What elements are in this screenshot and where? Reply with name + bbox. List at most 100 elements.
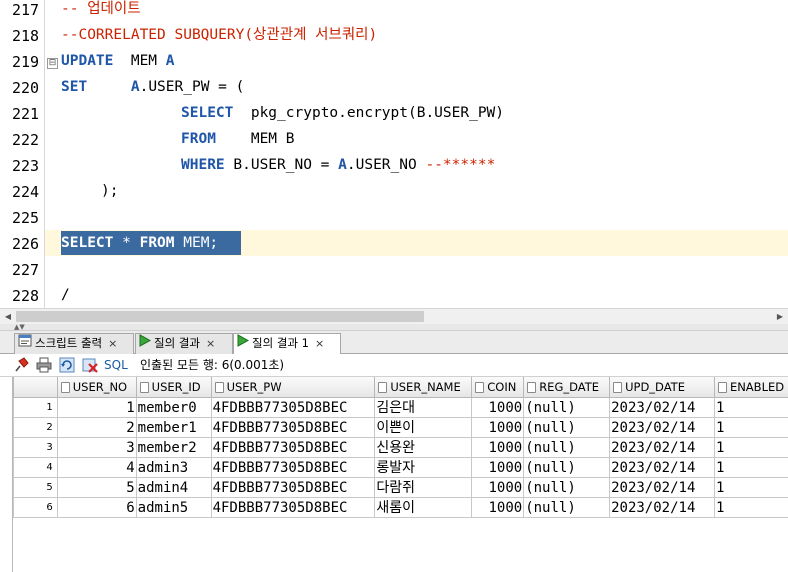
- cell-user-no[interactable]: 2: [56, 417, 137, 438]
- fold-toggle-icon[interactable]: ⊟: [47, 58, 58, 69]
- cell-user-no[interactable]: 3: [56, 437, 137, 458]
- cell-enabled[interactable]: 1: [713, 437, 788, 458]
- cell-enabled[interactable]: 1: [713, 417, 788, 438]
- row-number[interactable]: 1: [13, 397, 58, 418]
- splitter-grip-icon[interactable]: ▲▼: [14, 324, 25, 331]
- column-header-user-name[interactable]: USER_NAME: [374, 377, 473, 398]
- cell-reg-date[interactable]: (null): [523, 437, 611, 458]
- tab-script-output[interactable]: 스크립트 출력 ×: [14, 333, 134, 354]
- column-header-upd-date[interactable]: UPD_DATE: [609, 377, 715, 398]
- horizontal-scrollbar[interactable]: ◀ ▶: [0, 308, 788, 325]
- code-line: UPDATE MEM A: [61, 51, 175, 77]
- row-number[interactable]: 4: [13, 457, 58, 478]
- row-number[interactable]: 2: [13, 417, 58, 438]
- keyword: WHERE: [181, 157, 225, 173]
- sql-button[interactable]: SQL: [104, 357, 128, 373]
- cell-user-pw[interactable]: 4FDBBB77305D8BEC: [210, 397, 376, 418]
- column-header-reg-date[interactable]: REG_DATE: [523, 377, 611, 398]
- cell-user-no[interactable]: 5: [56, 477, 137, 498]
- delete-icon[interactable]: [81, 356, 99, 374]
- pin-icon[interactable]: [12, 356, 30, 374]
- column-header-user-pw[interactable]: USER_PW: [210, 377, 376, 398]
- column-header-enabled[interactable]: ENABLED: [713, 377, 788, 398]
- cell-coin[interactable]: 1000: [471, 457, 525, 478]
- cell-user-name[interactable]: 신용완: [374, 437, 473, 458]
- print-icon[interactable]: [35, 356, 53, 374]
- comment: --******: [425, 157, 496, 173]
- row-number[interactable]: 3: [13, 437, 58, 458]
- cell-reg-date[interactable]: (null): [523, 397, 611, 418]
- column-header-coin[interactable]: COIN: [471, 377, 525, 398]
- cell-user-pw[interactable]: 4FDBBB77305D8BEC: [210, 417, 376, 438]
- selected-code-line[interactable]: SELECT * FROM MEM;: [61, 233, 218, 253]
- cell-enabled[interactable]: 1: [713, 477, 788, 498]
- cell-user-no[interactable]: 1: [56, 397, 137, 418]
- scrollbar-thumb[interactable]: [16, 311, 424, 322]
- cell-user-pw[interactable]: 4FDBBB77305D8BEC: [210, 477, 376, 498]
- pane-splitter[interactable]: ▲▼: [0, 324, 788, 331]
- cell-user-name[interactable]: 롱발자: [374, 457, 473, 478]
- cell-reg-date[interactable]: (null): [523, 417, 611, 438]
- cell-user-pw[interactable]: 4FDBBB77305D8BEC: [210, 437, 376, 458]
- cell-reg-date[interactable]: (null): [523, 457, 611, 478]
- keyword: FROM: [181, 131, 216, 147]
- cell-user-pw[interactable]: 4FDBBB77305D8BEC: [210, 457, 376, 478]
- row-number[interactable]: 5: [13, 477, 58, 498]
- cell-reg-date[interactable]: (null): [523, 477, 611, 498]
- cell-user-id[interactable]: admin4: [135, 477, 212, 498]
- cell-coin[interactable]: 1000: [471, 417, 525, 438]
- cell-coin[interactable]: 1000: [471, 437, 525, 458]
- close-icon[interactable]: ×: [108, 334, 117, 353]
- cell-enabled[interactable]: 1: [713, 397, 788, 418]
- cell-upd-date[interactable]: 2023/02/14: [609, 397, 715, 418]
- cell-upd-date[interactable]: 2023/02/14: [609, 437, 715, 458]
- cell-user-pw[interactable]: 4FDBBB77305D8BEC: [210, 497, 376, 518]
- tab-query-result[interactable]: 질의 결과 ×: [135, 333, 233, 354]
- run-icon: [139, 334, 152, 353]
- alias: A: [130, 79, 140, 95]
- code-line: WHERE B.USER_NO = A.USER_NO --******: [181, 155, 495, 181]
- code-text: B.USER_NO =: [224, 157, 339, 173]
- refresh-icon[interactable]: [58, 356, 76, 374]
- cell-user-no[interactable]: 4: [56, 457, 137, 478]
- cell-upd-date[interactable]: 2023/02/14: [609, 497, 715, 518]
- cell-user-name[interactable]: 김은대: [374, 397, 473, 418]
- result-toolbar: SQL 인출된 모든 행: 6(0.001초): [0, 354, 788, 377]
- table-row: 3 3 member2 4FDBBB77305D8BEC 신용완 1000 (n…: [13, 437, 788, 458]
- result-tabs: 스크립트 출력 × 질의 결과 × 질의 결과 1 ×: [0, 331, 788, 355]
- cell-user-name[interactable]: 새롬이: [374, 497, 473, 518]
- column-icon: [214, 382, 224, 393]
- close-icon[interactable]: ×: [315, 334, 324, 353]
- cell-coin[interactable]: 1000: [471, 397, 525, 418]
- close-icon[interactable]: ×: [206, 334, 215, 353]
- keyword: SELECT: [181, 105, 234, 121]
- cell-reg-date[interactable]: (null): [523, 497, 611, 518]
- cell-enabled[interactable]: 1: [713, 457, 788, 478]
- cell-user-name[interactable]: 다람쥐: [374, 477, 473, 498]
- cell-coin[interactable]: 1000: [471, 497, 525, 518]
- tab-query-result-1[interactable]: 질의 결과 1 ×: [233, 333, 341, 355]
- cell-enabled[interactable]: 1: [713, 497, 788, 518]
- script-output-icon: [18, 334, 32, 353]
- table-row: 2 2 member1 4FDBBB77305D8BEC 이쁜이 1000 (n…: [13, 417, 788, 438]
- cell-user-id[interactable]: member1: [135, 417, 212, 438]
- fetch-status: 인출된 모든 행: 6(0.001초): [140, 358, 285, 372]
- scroll-right-icon[interactable]: ▶: [772, 309, 788, 325]
- column-header-user-id[interactable]: USER_ID: [135, 377, 212, 398]
- cell-upd-date[interactable]: 2023/02/14: [609, 417, 715, 438]
- sql-editor[interactable]: 217 218 219 220 221 222 223 224 225 226 …: [0, 0, 788, 310]
- cell-user-id[interactable]: member0: [135, 397, 212, 418]
- code-text: .USER_NO: [346, 157, 426, 173]
- column-header-user-no[interactable]: USER_NO: [56, 377, 137, 398]
- cell-upd-date[interactable]: 2023/02/14: [609, 457, 715, 478]
- line-number: 222: [12, 131, 40, 149]
- cell-user-name[interactable]: 이쁜이: [374, 417, 473, 438]
- cell-user-id[interactable]: admin5: [135, 497, 212, 518]
- cell-coin[interactable]: 1000: [471, 477, 525, 498]
- cell-user-no[interactable]: 6: [56, 497, 137, 518]
- row-number-header[interactable]: [13, 377, 58, 398]
- cell-user-id[interactable]: member2: [135, 437, 212, 458]
- cell-user-id[interactable]: admin3: [135, 457, 212, 478]
- cell-upd-date[interactable]: 2023/02/14: [609, 477, 715, 498]
- row-number[interactable]: 6: [13, 497, 58, 518]
